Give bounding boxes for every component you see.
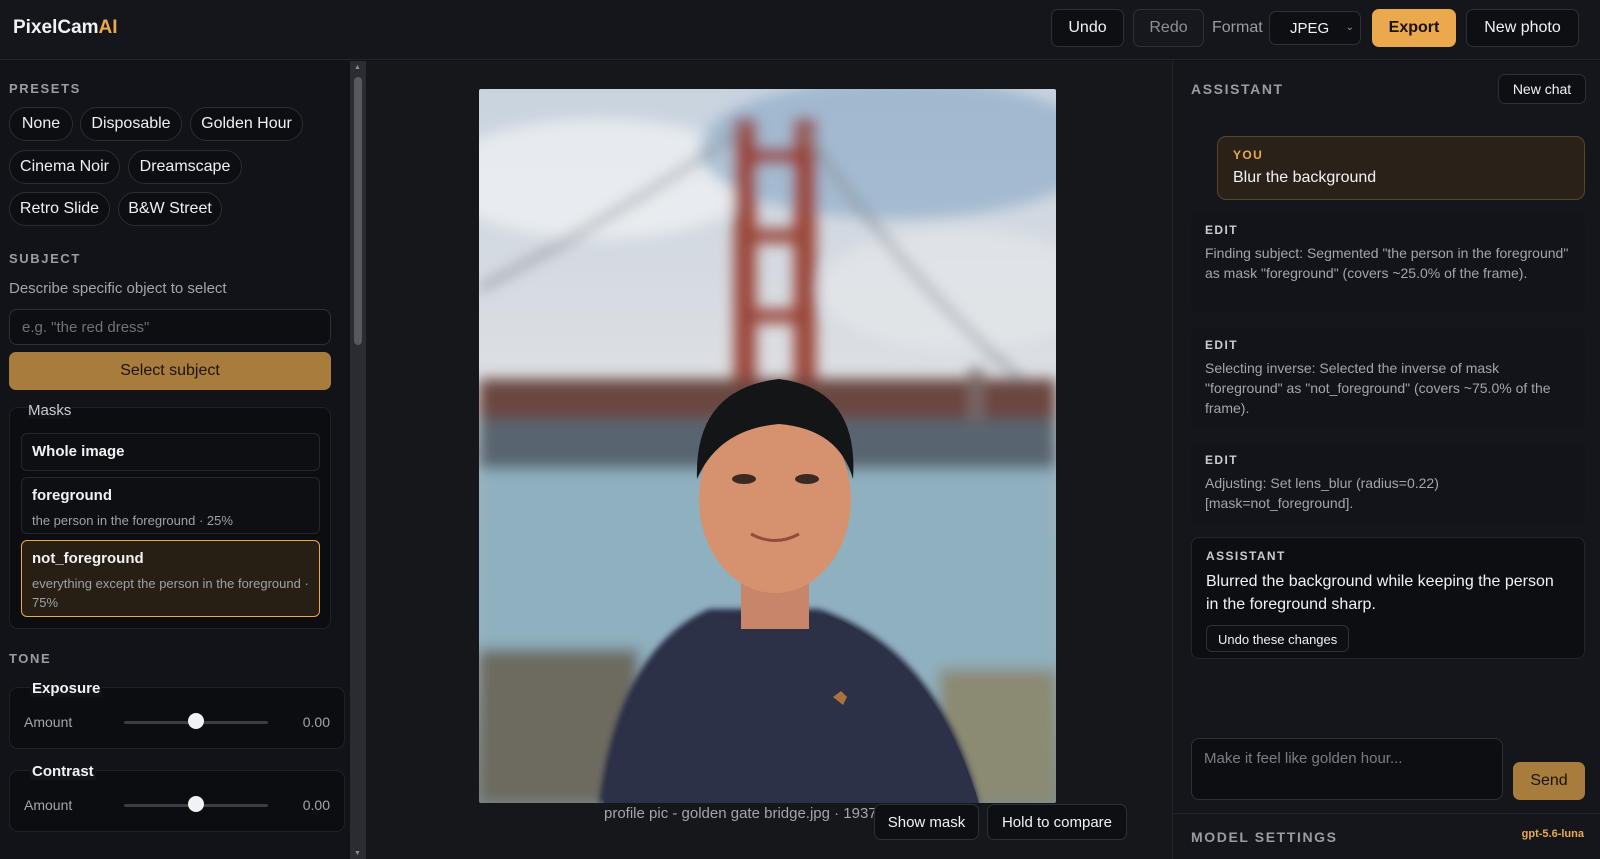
- user-message: YOU Blur the background: [1217, 136, 1585, 200]
- exposure-slider-handle[interactable]: [188, 713, 204, 729]
- undo-button[interactable]: Undo: [1051, 9, 1124, 47]
- new-chat-button[interactable]: New chat: [1498, 74, 1586, 104]
- canvas-area: profile pic - golden gate bridge.jpg · 1…: [366, 61, 1172, 859]
- chevron-down-icon: ⌄: [1345, 22, 1354, 33]
- format-select[interactable]: JPEG ⌄: [1269, 11, 1361, 45]
- presets-title: PRESETS: [9, 81, 81, 96]
- subject-hint: Describe specific object to select: [9, 280, 227, 297]
- edit-step-text: Selecting inverse: Selected the inverse …: [1205, 360, 1551, 416]
- masks-panel: Masks Whole image foreground the person …: [9, 402, 331, 629]
- divider: [1173, 813, 1600, 814]
- exposure-control: Exposure Amount 0.00: [9, 680, 345, 749]
- mask-desc: everything except the person in the fore…: [32, 576, 309, 610]
- user-message-author: YOU: [1233, 148, 1264, 162]
- left-panel: PRESETS None Disposable Golden Hour Cine…: [0, 61, 350, 859]
- edit-step-text: Adjusting: Set lens_blur (radius=0.22) […: [1205, 475, 1439, 511]
- chat-input[interactable]: [1191, 738, 1503, 800]
- preset-dreamscape[interactable]: Dreamscape: [128, 150, 242, 184]
- contrast-slider-handle[interactable]: [188, 796, 204, 812]
- exposure-amount-label: Amount: [24, 714, 73, 730]
- mask-name: foreground: [32, 487, 112, 504]
- contrast-label: Contrast: [30, 763, 96, 780]
- mask-whole-image[interactable]: Whole image: [21, 433, 320, 471]
- mask-not-foreground[interactable]: not_foreground everything except the per…: [21, 540, 320, 617]
- new-photo-button[interactable]: New photo: [1466, 9, 1579, 47]
- photo-preview[interactable]: [479, 89, 1056, 803]
- hold-to-compare-button[interactable]: Hold to compare: [987, 804, 1127, 840]
- contrast-amount-label: Amount: [24, 797, 73, 813]
- exposure-label: Exposure: [30, 680, 103, 697]
- preset-none[interactable]: None: [9, 107, 73, 141]
- mask-foreground[interactable]: foreground the person in the foreground …: [21, 477, 320, 534]
- mask-name: Whole image: [32, 443, 125, 460]
- assistant-message-author: ASSISTANT: [1206, 549, 1286, 563]
- preset-golden-hour[interactable]: Golden Hour: [190, 107, 303, 141]
- assistant-panel: ASSISTANT New chat YOU Blur the backgrou…: [1172, 61, 1600, 859]
- assistant-message-text: Blurred the background while keeping the…: [1206, 573, 1554, 613]
- preset-cinema-noir[interactable]: Cinema Noir: [9, 150, 120, 184]
- model-name-badge: gpt-5.6-luna: [1521, 828, 1584, 840]
- select-subject-button[interactable]: Select subject: [9, 352, 331, 390]
- user-message-text: Blur the background: [1233, 169, 1377, 186]
- exposure-value: 0.00: [302, 714, 330, 730]
- scroll-down-icon[interactable]: ▼: [354, 850, 361, 857]
- preset-retro-slide[interactable]: Retro Slide: [9, 192, 110, 226]
- masks-title: Masks: [28, 402, 72, 419]
- format-value: JPEG: [1290, 20, 1330, 37]
- scrollbar-thumb[interactable]: [354, 77, 362, 345]
- edit-step-text: Finding subject: Segmented "the person i…: [1205, 245, 1569, 281]
- assistant-title: ASSISTANT: [1191, 81, 1284, 97]
- edit-step: EDIT Adjusting: Set lens_blur (radius=0.…: [1191, 443, 1585, 523]
- edit-step-label: EDIT: [1205, 453, 1238, 467]
- mask-desc: the person in the foreground · 25%: [32, 513, 233, 528]
- edit-step-label: EDIT: [1205, 223, 1238, 237]
- left-panel-scrollbar[interactable]: ▲ ▼: [350, 61, 366, 859]
- app-logo: PixelCamAI: [13, 17, 118, 38]
- model-settings-title[interactable]: MODEL SETTINGS: [1191, 829, 1338, 845]
- edit-step: EDIT Selecting inverse: Selected the inv…: [1191, 328, 1585, 428]
- edit-step: EDIT Finding subject: Segmented "the per…: [1191, 213, 1585, 313]
- scroll-up-icon[interactable]: ▲: [354, 64, 361, 71]
- redo-button[interactable]: Redo: [1133, 9, 1204, 47]
- top-bar: PixelCamAI Undo Redo Format JPEG ⌄ Expor…: [0, 0, 1600, 60]
- undo-changes-button[interactable]: Undo these changes: [1206, 625, 1350, 652]
- show-mask-button[interactable]: Show mask: [874, 804, 979, 840]
- subject-input[interactable]: [9, 309, 331, 345]
- photo-image: [479, 89, 1056, 803]
- tone-title: TONE: [9, 651, 52, 666]
- preset-disposable[interactable]: Disposable: [80, 107, 182, 141]
- format-label: Format: [1212, 19, 1263, 36]
- assistant-message: ASSISTANT Blurred the background while k…: [1191, 537, 1585, 659]
- file-caption: profile pic - golden gate bridge.jpg · 1…: [604, 805, 886, 822]
- preset-bw-street[interactable]: B&W Street: [118, 192, 222, 226]
- export-button[interactable]: Export: [1372, 9, 1456, 47]
- mask-name: not_foreground: [32, 550, 144, 567]
- contrast-control: Contrast Amount 0.00: [9, 763, 345, 832]
- send-button[interactable]: Send: [1513, 762, 1585, 800]
- edit-step-label: EDIT: [1205, 338, 1238, 352]
- contrast-value: 0.00: [302, 797, 330, 813]
- subject-title: SUBJECT: [9, 251, 81, 266]
